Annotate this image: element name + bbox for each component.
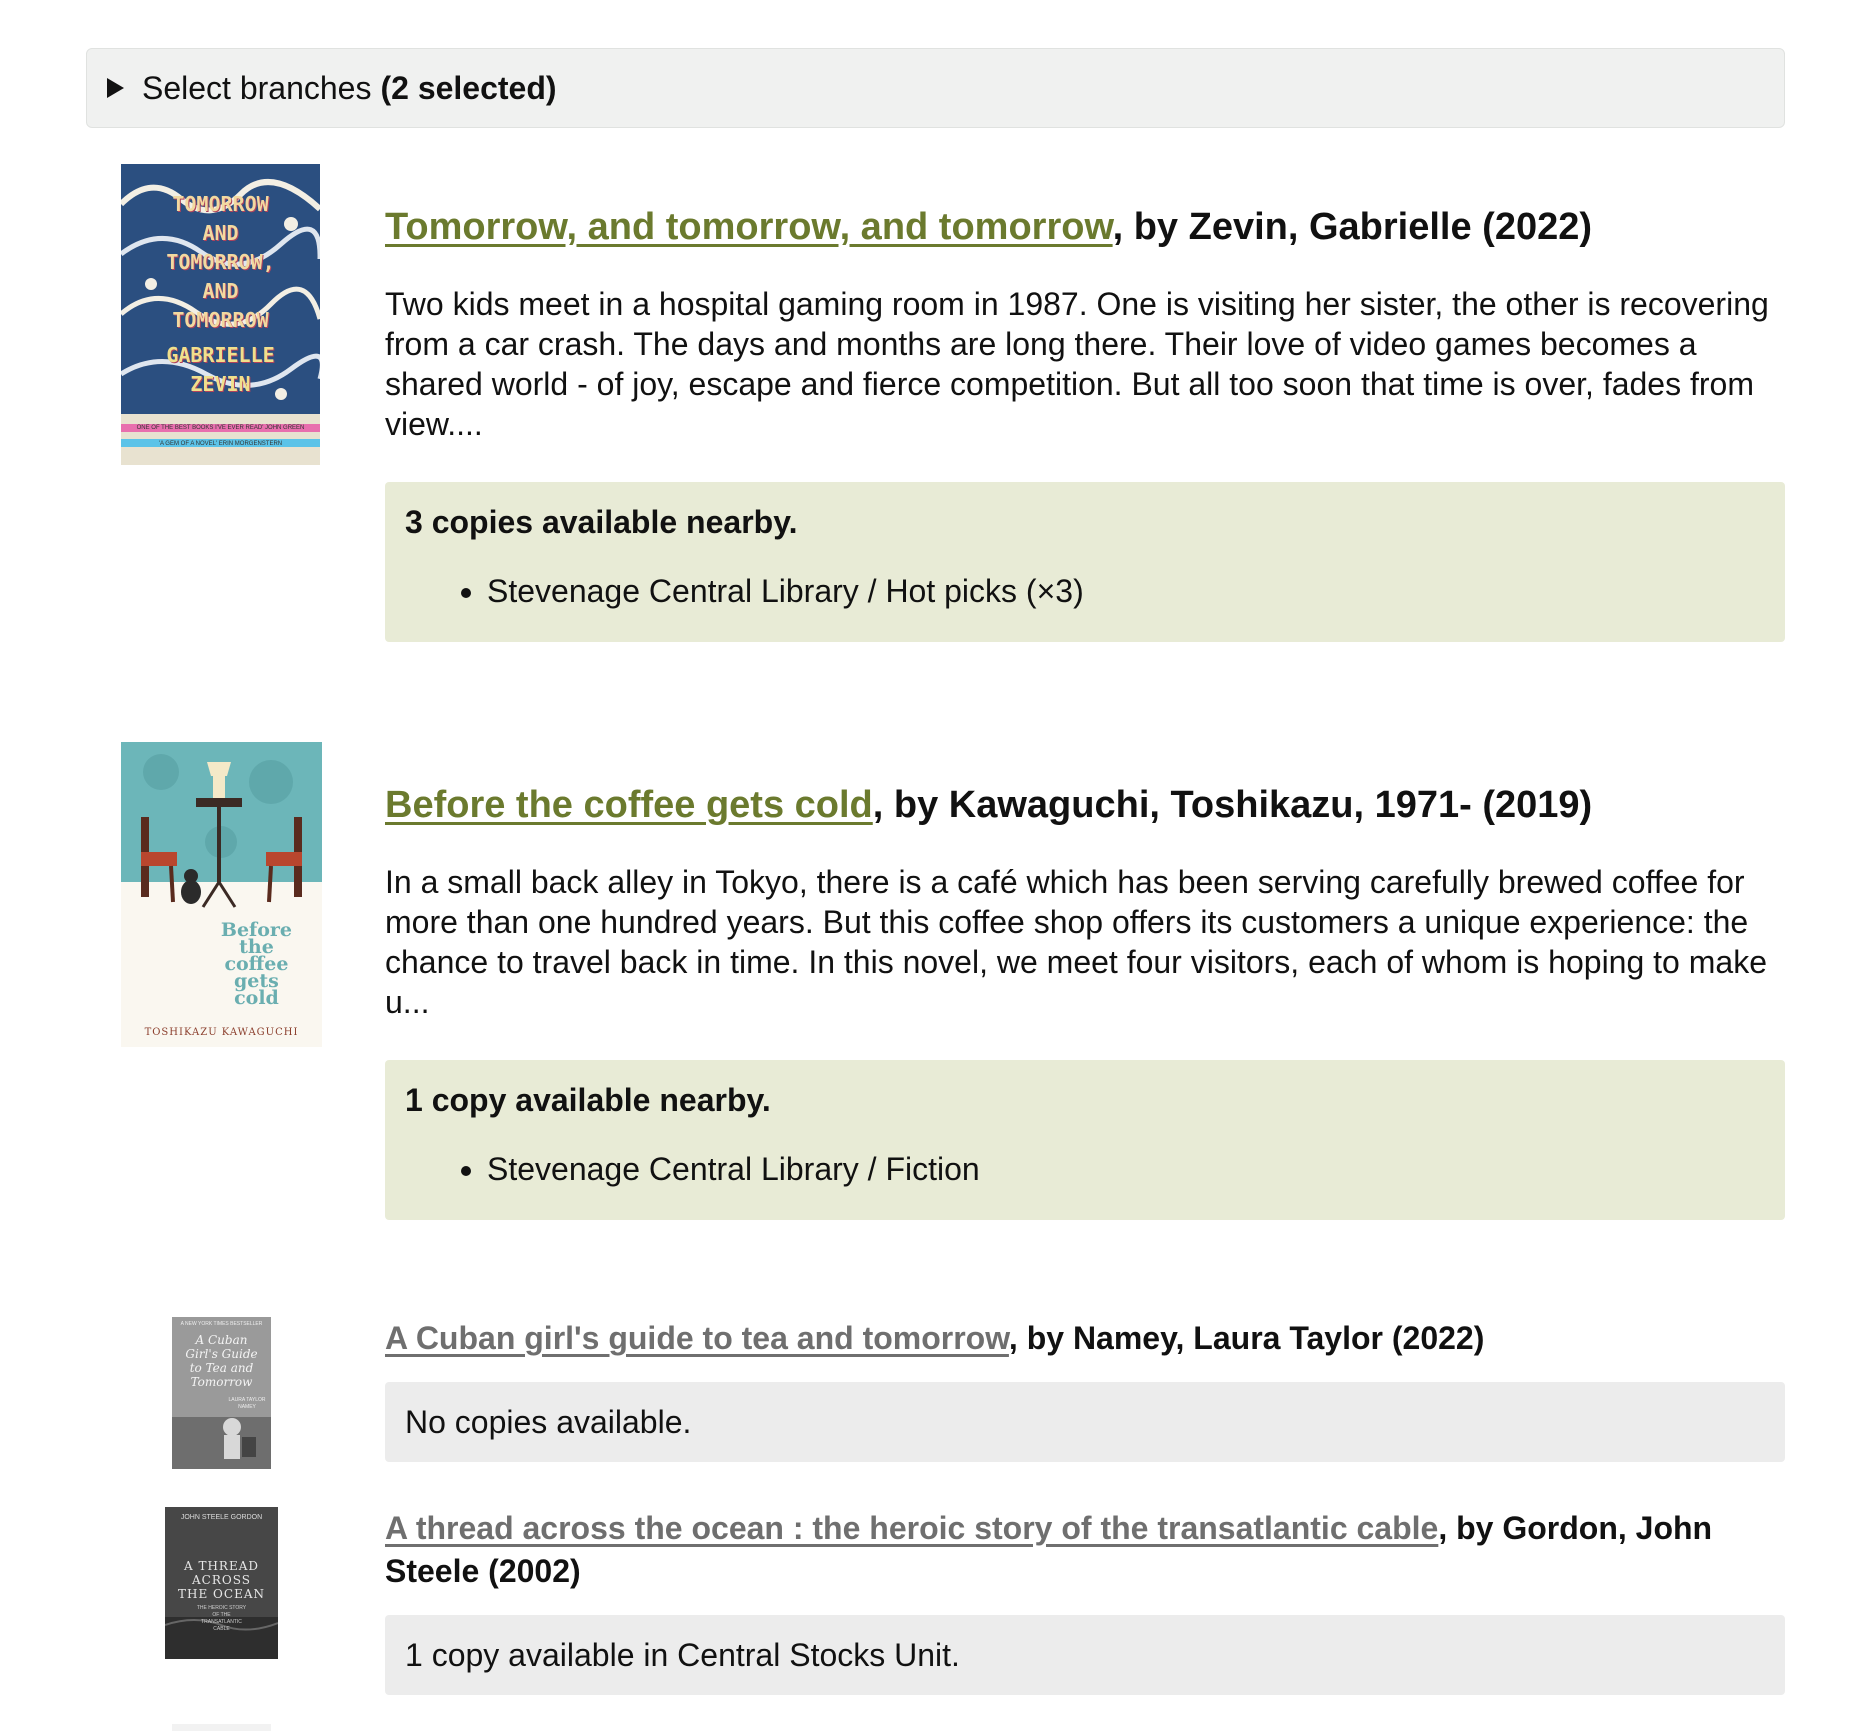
book-cover-tomorrow[interactable]: TOMORROW AND TOMORROW, AND TOMORROW GABR… [121,164,320,465]
result-item: Before the coffee gets cold TOSHIKAZU KA… [0,742,1869,1242]
result-heading: A Cuban girl's guide to tea and tomorrow… [385,1317,1785,1360]
cover-tag: A NEW YORK TIMES BESTSELLER [180,1321,263,1327]
book-cover-coffee[interactable]: Before the coffee gets cold TOSHIKAZU KA… [121,742,322,1047]
result-content: Tomorrow, and tomorrow, and tomorrow, by… [385,204,1785,642]
result-heading: Before the coffee gets cold, by Kawaguch… [385,782,1785,828]
availability-heading: 1 copy available nearby. [405,1082,771,1118]
cover-author: TOSHIKAZU KAWAGUCHI [144,1027,299,1038]
cover-title: A Cuban Girl's Guide to Tea and Tomorrow [185,1333,258,1389]
book-cover-thread-ocean[interactable]: JOHN STEELE GORDON A THREAD ACROSS THE O… [165,1507,278,1659]
location-item: Stevenage Central Library / Hot picks (×… [487,571,1765,611]
book-byline: , by Namey, Laura Taylor (2022) [1008,1320,1485,1356]
location-list: Stevenage Central Library / Fiction [405,1149,1765,1189]
select-branches-toggle[interactable]: Select branches (2 selected) [86,48,1785,128]
cover-author: LAURA TAYLOR NAMEY [228,1397,266,1410]
selected-count: (2 selected) [380,69,557,106]
availability-box: No copies available. [385,1382,1785,1462]
book-title-link[interactable]: A Cuban girl's guide to tea and tomorrow [385,1320,1009,1356]
result-content: Before the coffee gets cold, by Kawaguch… [385,782,1785,1220]
book-title-link[interactable]: Before the coffee gets cold [385,784,873,826]
cover-author: JOHN STEELE GORDON [180,1514,263,1521]
availability-box: 3 copies available nearby. Stevenage Cen… [385,482,1785,642]
result-item: A NEW YORK TIMES BESTSELLER A Cuban Girl… [0,1317,1869,1487]
cover-title: A THREAD ACROSS THE OCEAN [178,1559,265,1601]
book-title-link[interactable]: A thread across the ocean : the heroic s… [385,1510,1438,1546]
availability-box: 1 copy available in Central Stocks Unit. [385,1615,1785,1695]
book-cover-cuban-girl[interactable]: A NEW YORK TIMES BESTSELLER A Cuban Girl… [172,1317,271,1469]
result-heading: A thread across the ocean : the heroic s… [385,1507,1785,1593]
result-item: TOMORROW AND TOMORROW, AND TOMORROW GABR… [0,164,1869,664]
result-item: JOHN STEELE GORDON A THREAD ACROSS THE O… [0,1507,1869,1707]
availability-box: 1 copy available nearby. Stevenage Centr… [385,1060,1785,1220]
select-branches-label: Select branches [142,69,372,106]
result-content: A thread across the ocean : the heroic s… [385,1507,1785,1695]
location-item: Stevenage Central Library / Fiction [487,1149,1765,1189]
book-byline: , by Zevin, Gabrielle (2022) [1112,206,1593,248]
result-content: A Cuban girl's guide to tea and tomorrow… [385,1317,1785,1462]
book-title-link[interactable]: Tomorrow, and tomorrow, and tomorrow [385,206,1113,248]
result-heading: Tomorrow, and tomorrow, and tomorrow, by… [385,204,1785,250]
book-description: In a small back alley in Tokyo, there is… [385,864,1767,1020]
disclosure-triangle-icon [107,78,124,98]
book-description: Two kids meet in a hospital gaming room … [385,286,1769,442]
cover-title: Before the coffee gets cold [220,919,292,1009]
cover-blurb: ONE OF THE BEST BOOKS I'VE EVER READ' JO… [136,425,305,447]
location-list: Stevenage Central Library / Hot picks (×… [405,571,1765,611]
next-result-cover [172,1724,271,1731]
book-byline: , by Kawaguchi, Toshikazu, 1971- (2019) [872,784,1593,826]
cover-subtitle: THE HEROIC STORY OF THE TRANSATLANTIC CA… [196,1605,247,1632]
cover-title: TOMORROW AND TOMORROW, AND TOMORROW GABR… [166,192,275,396]
availability-heading: 3 copies available nearby. [405,504,798,540]
